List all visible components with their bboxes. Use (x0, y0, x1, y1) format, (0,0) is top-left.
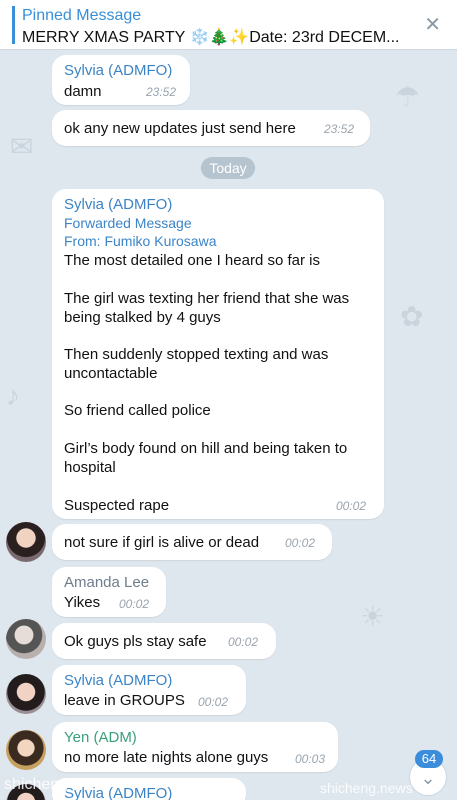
message-time: 23:52 (324, 122, 355, 136)
message-paragraph: The most detailed one I heard so far is (64, 252, 320, 269)
forwarded-message-bubble[interactable]: Sylvia (ADMFO) Forwarded Message From: F… (52, 189, 384, 519)
message-time: 00:02 (336, 499, 367, 513)
forwarded-label: Forwarded Message (64, 215, 192, 231)
user-avatar[interactable] (6, 730, 46, 770)
message-bubble[interactable]: ok any new updates just send here 23:52 (52, 110, 370, 146)
message-bubble[interactable]: Sylvia (ADMFO) damn 23:52 (52, 55, 190, 105)
message-time: 00:02 (198, 695, 229, 709)
message-time: 00:02 (119, 597, 150, 611)
wallpaper-doodle: ☂ (395, 81, 421, 112)
message-paragraph: Girl’s body found on hill and being take… (64, 440, 348, 476)
forwarded-from[interactable]: From: Fumiko Kurosawa (64, 232, 216, 250)
wallpaper-doodle: ✉ (10, 131, 34, 162)
close-icon[interactable]: ✕ (424, 15, 441, 35)
user-avatar[interactable] (6, 619, 46, 659)
message-text: damn (64, 83, 102, 100)
message-time: 00:02 (285, 536, 316, 550)
watermark: shicheng.news (320, 780, 413, 796)
message-text: Yikes (64, 594, 101, 611)
message-time: 00:03 (295, 752, 326, 766)
message-sender: Yen (ADM) (64, 729, 137, 746)
message-sender: Sylvia (ADMFO) (64, 785, 173, 800)
message-text: ok any new updates just send here (64, 120, 296, 137)
message-time: 00:02 (228, 635, 259, 649)
message-bubble[interactable]: Sylvia (ADMFO) (52, 778, 246, 800)
wallpaper-doodle: ☀ (360, 601, 386, 632)
pinned-text: MERRY XMAS PARTY ❄️🎄✨Date: 23rd DECEM... (22, 29, 400, 46)
message-time: 23:52 (146, 85, 177, 99)
message-bubble[interactable]: Sylvia (ADMFO) leave in GROUPS 00:02 (52, 665, 246, 715)
message-paragraph: So friend called police (64, 402, 211, 419)
pinned-title: Pinned Message (22, 7, 142, 24)
pinned-accent-bar (12, 6, 15, 44)
user-avatar[interactable] (6, 674, 46, 714)
message-sender: Sylvia (ADMFO) (64, 672, 173, 689)
message-text: leave in GROUPS (64, 692, 185, 709)
unread-count-badge: 64 (415, 750, 443, 768)
message-sender: Sylvia (ADMFO) (64, 62, 173, 79)
message-text: no more late nights alone guys (64, 749, 269, 766)
message-sender: Amanda Lee (64, 574, 150, 591)
message-text: Ok guys pls stay safe (64, 633, 207, 650)
date-separator: Today (201, 157, 255, 179)
message-paragraph: Suspected rape (64, 497, 170, 514)
message-bubble[interactable]: not sure if girl is alive or dead 00:02 (52, 524, 332, 560)
message-bubble[interactable]: Ok guys pls stay safe 00:02 (52, 623, 276, 659)
wallpaper-doodle: ♪ (6, 380, 20, 411)
pinned-message-bar[interactable]: Pinned Message MERRY XMAS PARTY ❄️🎄✨Date… (0, 0, 457, 50)
message-bubble[interactable]: Yen (ADM) no more late nights alone guys… (52, 722, 338, 772)
chevron-down-icon: ⌄ (420, 768, 436, 788)
watermark: shicheng (4, 776, 69, 793)
message-paragraph: The girl was texting her friend that she… (64, 290, 350, 326)
message-text: not sure if girl is alive or dead (64, 534, 260, 551)
wallpaper-doodle: ✿ (400, 301, 424, 332)
message-bubble[interactable]: Amanda Lee Yikes 00:02 (52, 567, 166, 617)
message-sender: Sylvia (ADMFO) (64, 196, 173, 213)
user-avatar[interactable] (6, 522, 46, 562)
message-paragraph: Then suddenly stopped texting and was un… (64, 346, 329, 382)
